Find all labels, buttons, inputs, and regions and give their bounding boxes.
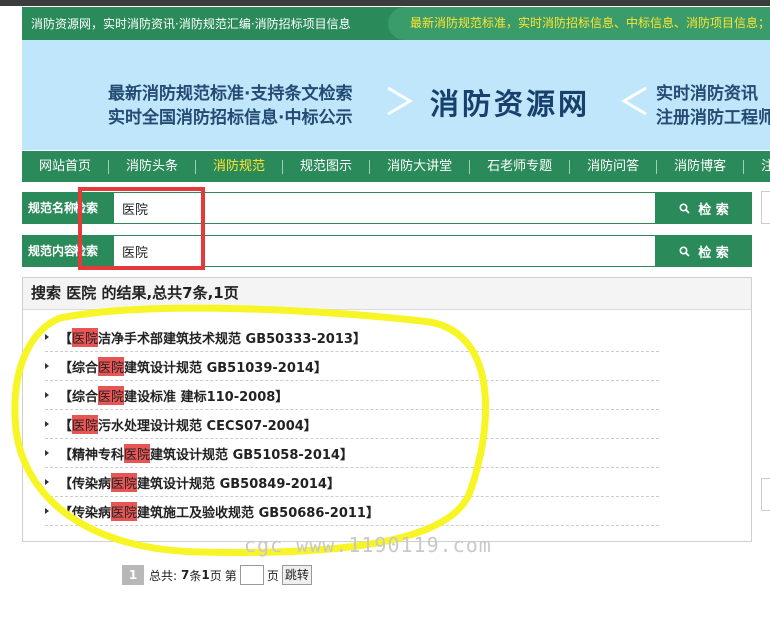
- name-search-button-label: 检 索: [698, 202, 729, 218]
- result-highlight: 医院: [98, 356, 125, 376]
- results-panel: 搜索 医院 的结果,总共7条,1页 【医院 洁净手术部建筑技术规范 GB50333…: [22, 277, 752, 542]
- banner-right-line-1: 实时消防资讯: [656, 84, 758, 104]
- result-title: 洁净手术部建筑技术规范 GB50333-2013】: [98, 331, 366, 347]
- results-list: 【医院 洁净手术部建筑技术规范 GB50333-2013】 【综合 医院 建筑设计规范…: [45, 323, 659, 526]
- bullet-arrow-icon: [45, 421, 49, 427]
- banner-right-line-2: 注册消防工程师: [656, 108, 770, 128]
- nav-item-lectures[interactable]: 消防大讲堂: [370, 159, 471, 174]
- pager-total-count: 7: [181, 568, 190, 582]
- result-prefix: 综合: [72, 360, 99, 376]
- pager-total-pages: 1: [201, 568, 210, 582]
- banner-line-1: 最新消防规范标准·支持条文检索: [108, 84, 353, 104]
- nav-item-illustrations[interactable]: 规范图示: [283, 159, 371, 174]
- site-banner: 最新消防规范标准·支持条文检索 实时全国消防招标信息·中标公示 消防资源网 实时…: [22, 40, 770, 150]
- nav-item-standards[interactable]: 消防规范: [196, 159, 284, 174]
- page-number-current[interactable]: 1: [122, 565, 144, 585]
- result-title: 污水处理设计规范 CECS07-2004】: [98, 418, 317, 434]
- search-icon: [679, 202, 690, 214]
- result-title: 建筑设计规范 GB50849-2014】: [137, 476, 340, 492]
- side-panel-edge-bottom: [761, 478, 770, 511]
- result-bracket: 【: [59, 389, 73, 405]
- result-prefix: 传染病: [72, 505, 112, 521]
- bullet-arrow-icon: [45, 479, 49, 485]
- pagination: 1 总共: 7 条 1 页 第 页 跳转: [122, 565, 312, 585]
- top-strip: [0, 0, 770, 6]
- result-highlight: 医院: [111, 472, 138, 492]
- top-bar: 消防资源网，实时消防资讯·消防规范汇编·消防招标项目信息 最新消防规范标准，实时…: [22, 7, 770, 40]
- watermark-text: cgc www.1190119.com: [244, 533, 492, 557]
- pager-goto-label: 第: [224, 568, 237, 583]
- result-prefix: 传染病: [72, 476, 112, 492]
- top-bar-right-text[interactable]: 最新消防规范标准，实时消防招标信息、中标信息、消防项目信息；: [387, 7, 770, 40]
- result-item[interactable]: 【综合 医院 建设标准 建标110-2008】: [45, 381, 659, 410]
- result-item[interactable]: 【精神专科 医院 建筑设计规范 GB51058-2014】: [45, 439, 659, 468]
- nav-item-qa[interactable]: 消防问答: [570, 159, 658, 174]
- pager-unit-pages: 页: [209, 568, 222, 583]
- result-bracket: 【: [59, 476, 73, 492]
- pager-goto-suffix: 页: [266, 568, 279, 583]
- result-prefix: 综合: [72, 389, 99, 405]
- result-item[interactable]: 【传染病 医院 建筑设计规范 GB50849-2014】: [45, 468, 659, 497]
- result-title: 建筑设计规范 GB51058-2014】: [150, 447, 353, 463]
- result-bracket: 【: [59, 360, 73, 376]
- result-title: 建筑设计规范 GB51039-2014】: [124, 360, 327, 376]
- red-annotation-box: [78, 187, 205, 270]
- bullet-arrow-icon: [45, 334, 49, 340]
- content-search-button-label: 检 索: [698, 245, 729, 261]
- result-highlight: 医院: [72, 327, 99, 347]
- banner-line-2: 实时全国消防招标信息·中标公示: [108, 108, 353, 128]
- name-search-label-a: 规范名称: [28, 201, 77, 215]
- search-icon: [679, 245, 690, 257]
- result-title: 建设标准 建标110-2008】: [124, 389, 289, 405]
- result-highlight: 医院: [111, 501, 138, 521]
- bullet-arrow-icon: [45, 392, 49, 398]
- result-title: 建筑施工及验收规范 GB50686-2011】: [137, 505, 379, 521]
- chevron-right-decoration-icon: [387, 86, 413, 116]
- result-highlight: 医院: [98, 385, 125, 405]
- content-search-label-a: 规范内容: [28, 244, 77, 258]
- result-prefix: 精神专科: [72, 447, 125, 463]
- result-item[interactable]: 【传染病 医院 建筑施工及验收规范 GB50686-2011】: [45, 497, 659, 526]
- pager-total-label: 总共:: [149, 568, 178, 583]
- nav-item-headlines[interactable]: 消防头条: [109, 159, 197, 174]
- bullet-arrow-icon: [45, 363, 49, 369]
- result-item[interactable]: 【医院 洁净手术部建筑技术规范 GB50333-2013】: [45, 323, 659, 352]
- results-heading: 搜索 医院 的结果,总共7条,1页: [23, 278, 751, 310]
- result-highlight: 医院: [72, 414, 99, 434]
- name-search-button[interactable]: 检 索: [656, 192, 752, 224]
- result-bracket: 【: [59, 331, 73, 347]
- side-panel-edge-top: [761, 191, 770, 224]
- page-jump-input[interactable]: [239, 565, 264, 585]
- main-nav: 网站首页 消防头条 消防规范 规范图示 消防大讲堂 石老师专题 消防问答 消防博…: [22, 151, 770, 182]
- result-highlight: 医院: [124, 443, 151, 463]
- result-item[interactable]: 【综合 医院 建筑设计规范 GB51039-2014】: [45, 352, 659, 381]
- brand-logo-text: 消防资源网: [430, 87, 591, 121]
- pager-unit-items: 条: [189, 568, 202, 583]
- nav-item-more[interactable]: 注: [744, 159, 770, 174]
- result-item[interactable]: 【医院 污水处理设计规范 CECS07-2004】: [45, 410, 659, 439]
- content-search-button[interactable]: 检 索: [656, 235, 752, 267]
- top-bar-left-text: 消防资源网，实时消防资讯·消防规范汇编·消防招标项目信息: [31, 17, 351, 31]
- bullet-arrow-icon: [45, 508, 49, 514]
- result-bracket: 【: [59, 418, 73, 434]
- jump-button[interactable]: 跳转: [281, 565, 312, 585]
- nav-item-blog[interactable]: 消防博客: [657, 159, 745, 174]
- result-bracket: 【: [59, 505, 73, 521]
- bullet-arrow-icon: [45, 450, 49, 456]
- result-bracket: 【: [59, 447, 73, 463]
- nav-item-teacher-topics[interactable]: 石老师专题: [470, 159, 571, 174]
- nav-item-home[interactable]: 网站首页: [22, 159, 110, 174]
- chevron-left-decoration-icon: [621, 86, 647, 116]
